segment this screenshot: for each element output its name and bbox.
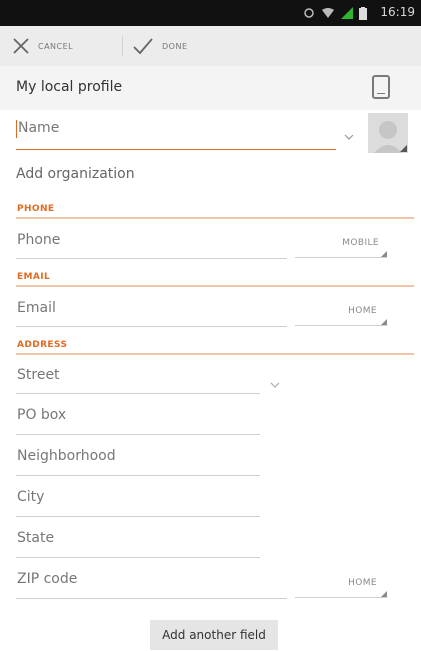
name-placeholder: Name — [18, 120, 60, 136]
chevron-down-icon — [344, 134, 354, 140]
action-bar-divider — [122, 36, 123, 56]
cancel-button[interactable]: CANCEL — [12, 26, 73, 66]
street-expand-button[interactable] — [270, 374, 280, 393]
close-icon — [13, 38, 29, 54]
add-another-field-button[interactable]: Add another field — [150, 620, 278, 650]
po-box-underline — [16, 434, 260, 435]
address-type-underline — [295, 597, 387, 598]
email-type-select[interactable]: HOME — [295, 300, 387, 326]
status-bar: 16:19 — [0, 0, 421, 26]
street-underline — [16, 393, 260, 394]
state-underline — [16, 557, 260, 558]
phone-section-divider — [16, 217, 414, 219]
zip-code-underline — [16, 598, 287, 599]
address-section-title: ADDRESS — [17, 340, 68, 350]
profile-header: My local profile — [0, 66, 421, 110]
city-input[interactable]: City — [17, 489, 44, 505]
check-icon — [133, 38, 153, 55]
phone-underline — [16, 258, 287, 259]
battery-icon — [359, 6, 367, 20]
done-button[interactable]: DONE — [132, 26, 188, 66]
done-label: DONE — [162, 41, 188, 51]
city-underline — [16, 516, 260, 517]
profile-title: My local profile — [16, 79, 123, 95]
neighborhood-underline — [16, 475, 260, 476]
neighborhood-input[interactable]: Neighborhood — [17, 448, 116, 464]
phone-type-underline — [295, 257, 387, 258]
email-input[interactable]: Email — [17, 300, 56, 316]
phone-input[interactable]: Phone — [17, 232, 60, 248]
photo-corner-icon — [400, 145, 407, 152]
phone-section-title: PHONE — [17, 204, 55, 214]
email-section-divider — [16, 285, 414, 287]
phone-type-select[interactable]: MOBILE — [295, 232, 387, 258]
signal-icon — [341, 7, 353, 19]
action-bar: CANCEL DONE — [0, 26, 421, 66]
phone-type-label: MOBILE — [342, 238, 379, 248]
wifi-icon — [322, 8, 334, 18]
chevron-down-icon — [270, 382, 280, 388]
email-section-title: EMAIL — [17, 272, 51, 282]
sync-icon — [304, 8, 314, 18]
state-input[interactable]: State — [17, 530, 54, 546]
contact-photo[interactable] — [368, 113, 408, 153]
address-section-divider — [16, 353, 414, 355]
address-type-select[interactable]: HOME — [295, 572, 387, 598]
status-icons — [303, 6, 367, 20]
zip-code-input[interactable]: ZIP code — [17, 571, 77, 587]
email-type-label: HOME — [348, 306, 377, 316]
name-field[interactable]: Name — [16, 116, 354, 150]
status-time: 16:19 — [380, 5, 415, 19]
email-type-underline — [295, 325, 387, 326]
email-underline — [16, 326, 287, 327]
street-input[interactable]: Street — [17, 367, 60, 383]
address-type-label: HOME — [348, 578, 377, 588]
device-icon — [372, 75, 390, 99]
add-organization-button[interactable]: Add organization — [16, 166, 135, 182]
name-expand-button[interactable] — [344, 126, 354, 145]
po-box-input[interactable]: PO box — [17, 407, 66, 423]
text-cursor — [16, 120, 17, 138]
name-underline — [16, 149, 336, 150]
cancel-label: CANCEL — [38, 41, 74, 51]
